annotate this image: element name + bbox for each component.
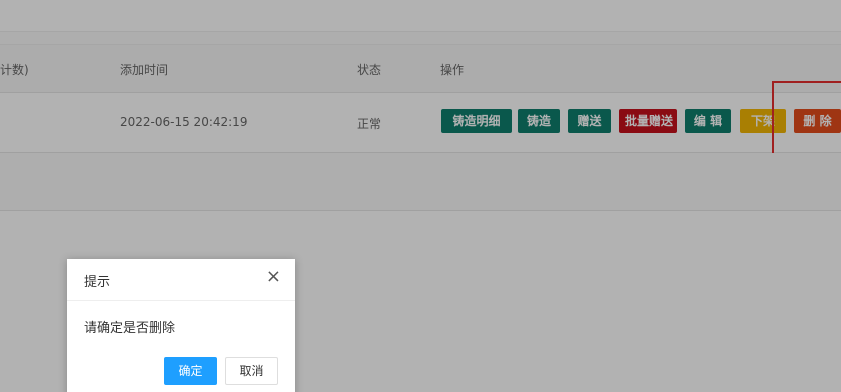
page: 计数) 添加时间 状态 操作 2022-06-15 20:42:19 正常 铸造… (0, 0, 841, 392)
confirm-button[interactable]: 确定 (164, 357, 217, 385)
dialog-title: 提示 (84, 275, 111, 290)
dialog-header: 提示 × (67, 259, 295, 301)
dialog-message: 请确定是否删除 (84, 321, 176, 336)
confirm-dialog: 提示 × 请确定是否删除 确定 取消 (67, 259, 295, 392)
cancel-button[interactable]: 取消 (225, 357, 278, 385)
close-icon[interactable]: × (266, 268, 281, 286)
